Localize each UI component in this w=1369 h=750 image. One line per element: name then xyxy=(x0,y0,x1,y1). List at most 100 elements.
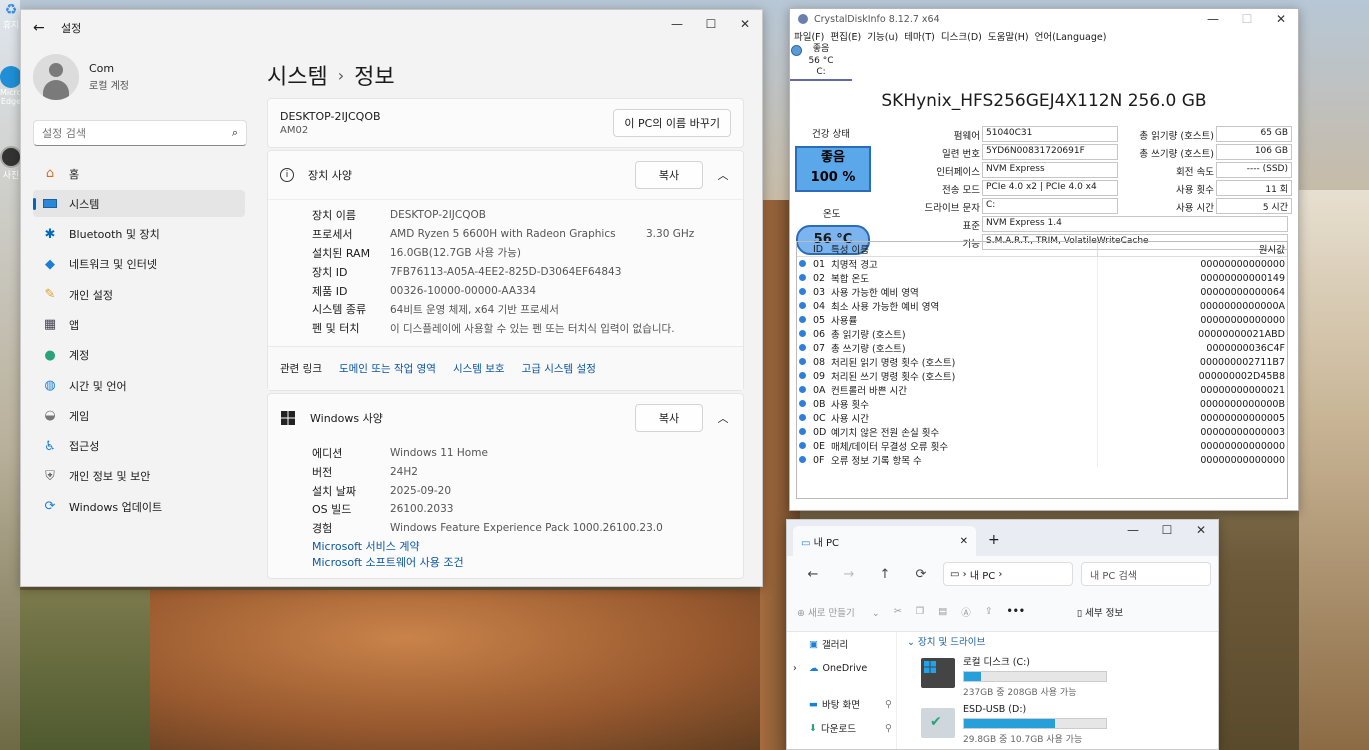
smart-row[interactable]: 0B 사용 횟수 0000000000000B xyxy=(797,397,1287,411)
menu-theme[interactable]: 테마(T) xyxy=(904,29,935,43)
forward-arrow-icon[interactable]: → xyxy=(831,567,867,582)
menu-help[interactable]: 도움말(H) xyxy=(988,29,1029,43)
smart-row[interactable]: 0D 예기치 않은 전원 손실 횟수 00000000000003 xyxy=(797,425,1287,439)
nav-network[interactable]: ◆ 네트워크 및 인터넷 xyxy=(33,251,245,278)
smart-name: 사용 횟수 xyxy=(829,397,1098,411)
device-specs-header[interactable]: i 장치 사양 복사 ︿ xyxy=(268,151,743,199)
close-icon[interactable]: ✕ xyxy=(728,10,762,38)
cut-icon[interactable]: ✂ xyxy=(894,606,902,617)
smart-header-id[interactable]: ID xyxy=(811,242,829,257)
smart-header-raw[interactable]: 원시값 xyxy=(1097,242,1287,257)
nav-gallery[interactable]: ▣ 갤러리 xyxy=(787,632,896,656)
menu-edit[interactable]: 편집(E) xyxy=(830,29,861,43)
group-header[interactable]: ⌄ 장치 및 드라이브 xyxy=(907,634,1218,648)
windows-specs-header[interactable]: Windows 사양 복사 ︿ xyxy=(268,394,743,442)
new-button[interactable]: ⊕ 새로 만들기 ⌄ xyxy=(797,605,880,619)
nav-system[interactable]: 시스템 xyxy=(33,190,245,218)
more-icon[interactable]: ••• xyxy=(1007,606,1025,617)
paste-icon[interactable]: ▤ xyxy=(938,606,947,617)
accessibility-icon: ♿ xyxy=(44,438,56,454)
drive-item-d[interactable]: ✔ ESD-USB (D:) 29.8GB 중 10.7GB 사용 가능 xyxy=(907,704,1218,745)
breadcrumb-parent[interactable]: 시스템 xyxy=(267,59,328,91)
desktop-icon-photos[interactable]: 사진 xyxy=(0,146,22,181)
share-icon[interactable]: ⇪ xyxy=(985,606,993,617)
nav-bluetooth[interactable]: ✱ Bluetooth 및 장치 xyxy=(33,221,245,248)
smart-row[interactable]: 0E 매체/데이터 무결성 오류 횟수 00000000000000 xyxy=(797,439,1287,453)
monitor-icon: ▭ xyxy=(801,537,811,549)
smart-id: 05 xyxy=(813,314,826,326)
nav-personalization[interactable]: ✎ 개인 설정 xyxy=(33,281,245,308)
link-domain-workgroup[interactable]: 도메인 또는 작업 영역 xyxy=(339,361,436,376)
minimize-icon[interactable]: — xyxy=(1116,520,1150,540)
copy-windows-specs-button[interactable]: 복사 xyxy=(635,403,703,432)
drive-item-c[interactable]: 로컬 디스크 (C:) 237GB 중 208GB 사용 가능 xyxy=(907,654,1218,698)
maximize-icon[interactable]: ☐ xyxy=(1150,520,1184,540)
back-arrow-icon[interactable]: ← xyxy=(795,567,831,582)
smart-row[interactable]: 05 사용률 00000000000000 xyxy=(797,313,1287,327)
menu-disk[interactable]: 디스크(D) xyxy=(941,29,982,43)
smart-row[interactable]: 02 복합 온도 00000000000149 xyxy=(797,271,1287,285)
nav-home[interactable]: ⌂ 홈 xyxy=(33,160,245,187)
close-tab-icon[interactable]: ✕ xyxy=(960,536,968,547)
settings-search[interactable]: ⌕ xyxy=(33,120,247,146)
nav-downloads[interactable]: ⬇ 다운로드 ⚲ xyxy=(787,716,896,740)
menu-file[interactable]: 파일(F) xyxy=(794,29,824,43)
smart-row[interactable]: 03 사용 가능한 예비 영역 00000000000064 xyxy=(797,285,1287,299)
smart-row[interactable]: 07 총 쓰기량 (호스트) 0000000036C4F xyxy=(797,341,1287,355)
nav-accounts[interactable]: ● 계정 xyxy=(33,342,245,369)
nav-gaming[interactable]: ◒ 게임 xyxy=(33,402,245,429)
desktop-icon-recycle[interactable]: ♻ 휴지 xyxy=(0,2,22,31)
minimize-icon[interactable]: — xyxy=(1196,9,1230,29)
chevron-up-icon[interactable]: ︿ xyxy=(715,167,731,183)
nav-windows-update[interactable]: ⟳ Windows 업데이트 xyxy=(33,493,245,520)
copy-icon[interactable]: ❐ xyxy=(916,606,925,617)
explorer-search[interactable]: 내 PC 검색 xyxy=(1081,562,1211,586)
desktop-icon-edge[interactable]: Microsoft Edge xyxy=(0,66,22,106)
copy-device-specs-button[interactable]: 복사 xyxy=(635,161,703,189)
smart-row[interactable]: 08 처리된 읽기 명령 횟수 (호스트) 000000002711B7 xyxy=(797,355,1287,369)
link-ms-license-terms[interactable]: Microsoft 소프트웨어 사용 조건 xyxy=(312,554,743,570)
minimize-icon[interactable]: — xyxy=(660,10,694,38)
smart-row[interactable]: 09 처리된 쓰기 명령 횟수 (호스트) 000000002D45B8 xyxy=(797,369,1287,383)
nav-onedrive[interactable]: › ☁ OneDrive xyxy=(787,656,896,680)
rotation-value: ---- (SSD) xyxy=(1216,162,1292,178)
rename-icon[interactable]: Ⓐ xyxy=(961,605,971,619)
address-bar[interactable]: ▭ › 내 PC › xyxy=(943,562,1073,586)
link-advanced-system-settings[interactable]: 고급 시스템 설정 xyxy=(522,361,596,376)
details-button[interactable]: ▯ 세부 정보 xyxy=(1077,605,1137,619)
smart-row[interactable]: 01 치명적 경고 00000000000000 xyxy=(797,256,1287,271)
menu-language[interactable]: 언어(Language) xyxy=(1035,29,1107,43)
menu-function[interactable]: 기능(u) xyxy=(867,29,898,43)
chevron-up-icon[interactable]: ︿ xyxy=(715,410,731,426)
smart-row[interactable]: 0F 오류 정보 기록 항목 수 00000000000000 xyxy=(797,453,1287,467)
nav-apps[interactable]: ▦ 앱 xyxy=(33,311,245,338)
maximize-icon[interactable]: ☐ xyxy=(694,10,728,38)
smart-row[interactable]: 0A 컨트롤러 바쁜 시간 00000000000021 xyxy=(797,383,1287,397)
health-status-box[interactable]: 좋음 100 % xyxy=(795,146,871,192)
maximize-icon[interactable]: ☐ xyxy=(1230,9,1264,29)
refresh-icon[interactable]: ⟳ xyxy=(903,567,939,582)
disk-tab[interactable]: 좋음 56 °C C: xyxy=(790,43,852,81)
chevron-right-icon[interactable]: › xyxy=(793,663,797,674)
link-ms-services-agreement[interactable]: Microsoft 서비스 계약 xyxy=(312,538,743,554)
close-icon[interactable]: ✕ xyxy=(1264,9,1298,29)
smart-name: 처리된 읽기 명령 횟수 (호스트) xyxy=(829,355,1098,369)
smart-header-name[interactable]: 특성 이름 xyxy=(829,242,1098,257)
nav-accessibility[interactable]: ♿ 접근성 xyxy=(33,433,245,460)
back-arrow-icon[interactable]: ← xyxy=(33,20,53,36)
settings-search-input[interactable] xyxy=(42,126,202,140)
nav-privacy[interactable]: ⛨ 개인 정보 및 보안 xyxy=(33,463,245,490)
close-icon[interactable]: ✕ xyxy=(1184,520,1218,540)
smart-row[interactable]: 06 총 읽기량 (호스트) 00000000021ABD xyxy=(797,327,1287,341)
smart-status-icon xyxy=(797,411,811,425)
user-card[interactable]: Com 로컬 계정 xyxy=(21,46,261,108)
nav-desktop[interactable]: ▬ 바탕 화면 ⚲ xyxy=(787,692,896,716)
rename-pc-button[interactable]: 이 PC의 이름 바꾸기 xyxy=(613,109,731,137)
smart-row[interactable]: 0C 사용 시간 00000000000005 xyxy=(797,411,1287,425)
new-tab-icon[interactable]: + xyxy=(988,532,1000,548)
explorer-tab[interactable]: ▭ 내 PC ✕ xyxy=(793,526,976,556)
up-arrow-icon[interactable]: ↑ xyxy=(867,567,903,582)
smart-row[interactable]: 04 최소 사용 가능한 예비 영역 0000000000000A xyxy=(797,299,1287,313)
nav-time-language[interactable]: ◍ 시간 및 언어 xyxy=(33,372,245,399)
link-system-protection[interactable]: 시스템 보호 xyxy=(453,361,505,376)
